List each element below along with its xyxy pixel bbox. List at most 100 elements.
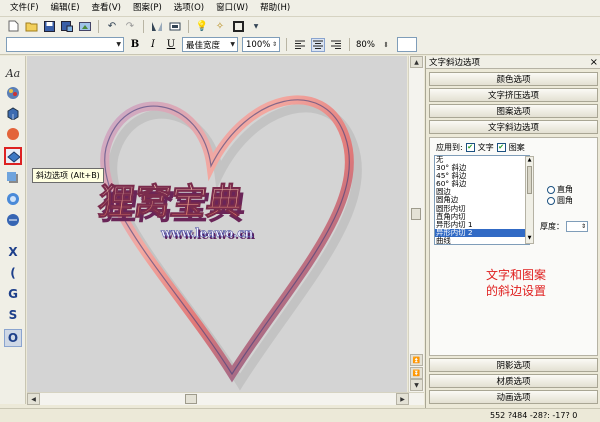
page-up-icon[interactable]: ⏫ — [410, 354, 423, 366]
width-mode-select[interactable]: 最佳宽度 ▼ — [182, 37, 238, 52]
panel-title: 文字斜边选项 — [429, 58, 481, 68]
align-center-icon[interactable] — [311, 37, 325, 52]
status-bar: 552 ?484 -28?: -17? 0 — [0, 408, 600, 422]
toolbar-separator — [98, 19, 99, 33]
scroll-right-icon[interactable]: ▶ — [396, 393, 409, 405]
menu-bar: 文件(F) 编辑(E) 查看(V) 图案(P) 选项(O) 窗口(W) 帮助(H… — [0, 0, 600, 17]
thickness-spinner[interactable]: ⇕ — [566, 221, 588, 232]
scroll-up-icon[interactable]: ▲ — [526, 157, 533, 165]
menu-view[interactable]: 查看(V) — [86, 0, 127, 16]
vertical-scroll-thumb[interactable] — [411, 208, 421, 220]
horizontal-scrollbar[interactable]: ◀ ▶ — [27, 392, 424, 405]
toolbar-separator — [143, 19, 144, 33]
texture-icon[interactable] — [4, 190, 22, 208]
extra-input[interactable] — [396, 37, 417, 52]
spin-arrows-icon[interactable]: ⇕ — [379, 38, 393, 52]
text-tool-icon[interactable]: Aa — [4, 64, 22, 82]
shape-loop-icon[interactable]: O — [4, 329, 22, 347]
section-extrusion-options[interactable]: 文字挤压选项 — [429, 88, 598, 102]
menu-pattern[interactable]: 图案(P) — [127, 0, 168, 16]
status-coordinates: 552 ?484 -28?: -17? 0 — [490, 411, 578, 420]
italic-button[interactable]: I — [146, 38, 160, 52]
new-file-icon[interactable] — [6, 19, 20, 33]
zoom-width-value: 100% — [246, 39, 271, 50]
radio-round-row[interactable]: 圆角 — [547, 195, 573, 206]
width-mode-value: 最佳宽度 — [186, 40, 221, 51]
apply-text-checkbox[interactable]: ✔ — [465, 143, 475, 152]
list-scroll-thumb[interactable] — [527, 166, 532, 194]
scroll-down-icon[interactable]: ▼ — [410, 379, 423, 391]
url-text: www.leawo.cn — [160, 226, 254, 240]
shadow-icon[interactable] — [4, 169, 22, 187]
radio-right-angle-row[interactable]: 直角 — [547, 184, 573, 195]
menu-edit[interactable]: 编辑(E) — [45, 0, 86, 16]
horizontal-scroll-thumb[interactable] — [185, 394, 197, 404]
section-animation-options[interactable]: 动画选项 — [429, 390, 598, 404]
radio-round[interactable] — [547, 196, 555, 205]
section-shadow-options[interactable]: 阴影选项 — [429, 358, 598, 372]
frame-icon[interactable] — [231, 19, 245, 33]
section-bevel-options[interactable]: 文字斜边选项 — [429, 120, 598, 134]
design-canvas[interactable]: 狸窝宝典 狸窝宝典 www.leawo.cn www.leawo.cn — [27, 56, 407, 392]
page-down-icon[interactable]: ⏬ — [410, 367, 423, 379]
color-palette-icon[interactable] — [4, 84, 22, 102]
open-folder-icon[interactable] — [24, 19, 38, 33]
undo-icon[interactable]: ↶ — [105, 19, 119, 33]
shape-x-icon[interactable]: X — [4, 243, 22, 261]
dropdown-arrow-icon[interactable]: ▼ — [249, 19, 263, 33]
chevron-down-icon: ▼ — [116, 41, 121, 48]
rotate-icon[interactable] — [168, 19, 182, 33]
apply-pattern-checkbox[interactable]: ✔ — [496, 143, 506, 152]
apply-pattern-label: 图案 — [508, 143, 525, 152]
menu-file[interactable]: 文件(F) — [4, 0, 45, 16]
bevel-style-list[interactable]: 无 30° 斜边 45° 斜边 60° 斜边 圆边 圆角边 圆形内切 直角内切 … — [434, 155, 530, 245]
bold-button[interactable]: B — [128, 38, 142, 52]
apply-text-label: 文字 — [477, 143, 494, 152]
options-panel: 文字斜边选项 × 颜色选项 文字挤压选项 图案选项 文字斜边选项 应用到: ✔ … — [425, 56, 600, 408]
annotation-text: 文字和图案 的斜边设置 — [466, 267, 566, 299]
tooltip: 斜边选项 (Alt+B) — [32, 168, 104, 183]
save-icon[interactable] — [42, 19, 56, 33]
toolbar-separator — [349, 38, 350, 51]
light-bulb-icon[interactable]: 💡 — [195, 19, 209, 33]
magic-wand-icon[interactable]: ✧ — [213, 19, 227, 33]
apply-to-row: 应用到: ✔ 文字 ✔ 图案 — [436, 142, 525, 153]
export-icon[interactable] — [78, 19, 92, 33]
redo-icon[interactable]: ↷ — [123, 19, 137, 33]
align-left-icon[interactable] — [293, 38, 307, 52]
pattern-icon[interactable] — [4, 125, 22, 143]
chevron-down-icon: ▼ — [230, 41, 235, 48]
close-icon[interactable]: × — [590, 57, 598, 68]
apply-to-label: 应用到: — [436, 143, 463, 152]
flip-icon[interactable] — [150, 19, 164, 33]
thickness-label: 厚度： — [540, 222, 564, 231]
shape-arc-icon[interactable]: ( — [4, 264, 22, 282]
save-as-icon[interactable] — [60, 19, 74, 33]
zoom-width-spinner[interactable]: 100% ⇕ — [242, 37, 280, 52]
toolbar-separator — [286, 38, 287, 51]
annotation-line-1: 文字和图案 — [485, 268, 546, 282]
underline-button[interactable]: U — [164, 38, 178, 52]
menu-help[interactable]: 帮助(H) — [254, 0, 296, 16]
radio-right-angle[interactable] — [547, 185, 555, 194]
menu-window[interactable]: 窗口(W) — [210, 0, 254, 16]
bevel-options-icon[interactable] — [4, 147, 22, 165]
vertical-scrollbar[interactable]: ▲ ⏫ ⏬ ▼ — [408, 56, 424, 392]
radio-round-label: 圆角 — [557, 196, 573, 205]
section-pattern-options[interactable]: 图案选项 — [429, 104, 598, 118]
shape-swirl-icon[interactable]: S — [4, 306, 22, 324]
animation-icon[interactable] — [4, 211, 22, 229]
menu-options[interactable]: 选项(O) — [168, 0, 210, 16]
scroll-down-icon[interactable]: ▼ — [526, 235, 533, 243]
extrusion-icon[interactable] — [4, 104, 22, 122]
format-toolbar: ▼ B I U 最佳宽度 ▼ 100% ⇕ 80% ⇕ — [0, 35, 600, 55]
section-material-options[interactable]: 材质选项 — [429, 374, 598, 388]
standard-toolbar: ↶ ↷ 💡 ✧ ▼ — [0, 17, 600, 35]
font-select[interactable]: ▼ — [6, 37, 124, 52]
scroll-left-icon[interactable]: ◀ — [27, 393, 40, 405]
scroll-up-icon[interactable]: ▲ — [410, 56, 423, 68]
section-color-options[interactable]: 颜色选项 — [429, 72, 598, 86]
align-right-icon[interactable] — [329, 38, 343, 52]
shape-curl-icon[interactable]: G — [4, 285, 22, 303]
list-scrollbar[interactable]: ▲ ▼ — [525, 156, 534, 244]
